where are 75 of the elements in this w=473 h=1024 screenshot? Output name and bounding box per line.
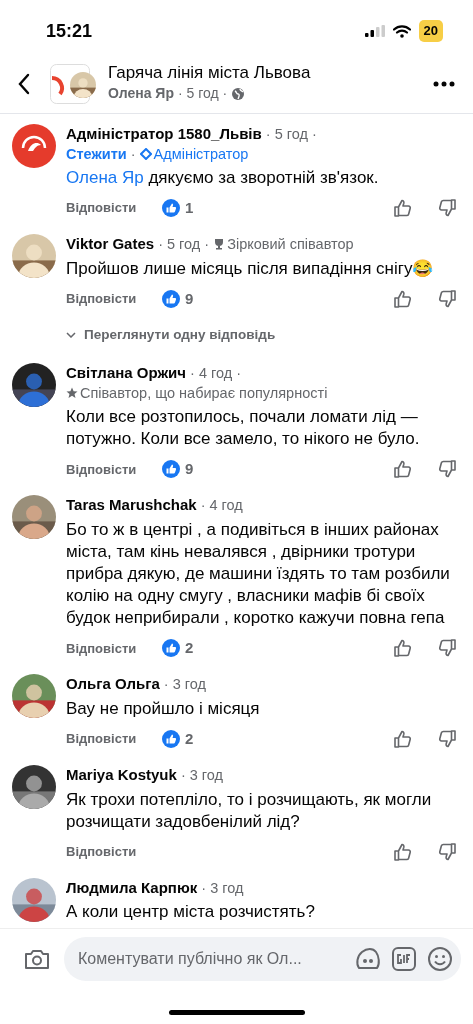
mention-link[interactable]: Олена Яр: [66, 168, 144, 188]
like-icon: [162, 460, 180, 479]
thumbs-down-icon: [437, 729, 457, 750]
gif-icon[interactable]: [391, 945, 417, 972]
commenter-name[interactable]: Taras Marushchak: [66, 496, 197, 514]
role-label: Співавтор, що набирає популярності: [80, 384, 328, 401]
comment-field[interactable]: Коментувати публічно як Ол...: [64, 936, 461, 981]
star-icon: [66, 386, 78, 399]
thumbs-up-icon: [393, 459, 413, 480]
clock-time: 15:21: [46, 19, 93, 43]
commenter-name[interactable]: Адміністратор 1580_Львів: [66, 125, 262, 142]
shield-icon: [139, 147, 152, 160]
commenter-name[interactable]: Mariya Kostyuk: [66, 766, 177, 784]
author-name[interactable]: Олена Яр: [108, 83, 174, 105]
comment-text: Як трохи потепліло, то і розчищають, як могли розчищати задовбенілий лід?: [66, 788, 433, 833]
globe-icon: [231, 86, 246, 101]
commenter-name[interactable]: Людмила Карпюк: [66, 878, 198, 896]
view-replies-link[interactable]: Переглянути одну відповідь: [66, 314, 276, 354]
reply-button[interactable]: Відповісти: [66, 729, 162, 749]
reply-button[interactable]: Відповісти: [66, 842, 162, 862]
reply-button[interactable]: Відповісти: [66, 638, 162, 659]
commenter-name[interactable]: Viktor Gates: [66, 235, 155, 253]
comment-time: · 4 год ·: [190, 365, 242, 382]
comment-time: · 5 год ·: [265, 126, 317, 142]
battery-level: 20: [418, 20, 443, 42]
wifi-icon: [392, 24, 411, 38]
commenter-name[interactable]: Ольга Ольга: [66, 675, 160, 693]
back-icon: [18, 72, 30, 95]
post-time: · 5 год ·: [177, 84, 228, 104]
commenter-name[interactable]: Світлана Оржич: [66, 364, 186, 382]
like-count: 9: [185, 459, 194, 480]
like-count: 1: [185, 197, 194, 218]
like-icon: [162, 639, 180, 658]
comment-time: · 5 год ·: [158, 236, 210, 253]
like-count: 9: [185, 288, 194, 309]
role-label: Зірковий співавтор: [227, 236, 354, 253]
thumbs-down-icon: [437, 288, 457, 309]
comment-text: Пройшов лише місяць після випадіння снігу😂: [66, 257, 435, 280]
reply-button[interactable]: Відповісти: [66, 289, 162, 309]
follow-link[interactable]: Стежити: [66, 145, 127, 162]
comment-time: · 3 год: [201, 879, 244, 896]
thumbs-down-icon: [437, 841, 457, 862]
role-label: Адміністратор: [153, 145, 249, 162]
comment-text: Вау не пройшло і місяця: [66, 698, 261, 721]
comment-time: · 3 год: [180, 767, 224, 784]
thumbs-up-icon: [393, 729, 413, 750]
like-count: 2: [185, 638, 194, 659]
more-icon: [433, 80, 455, 87]
comment-time: · 4 год: [200, 497, 243, 514]
trophy-icon: [213, 238, 226, 251]
page-title[interactable]: Гаряча лінія міста Львова: [108, 62, 419, 84]
like-icon: [162, 289, 180, 308]
chevron-down-icon: [66, 332, 76, 338]
like-icon: [162, 199, 180, 218]
thumbs-up-icon: [393, 198, 413, 219]
avatar-sticker-icon[interactable]: [355, 945, 381, 972]
comment-time: · 3 год: [163, 676, 206, 693]
comment-text: дякуємо за зворотній зв'язок.: [148, 168, 379, 188]
signal-icon: [364, 25, 385, 37]
thumbs-up-icon: [393, 841, 413, 862]
like-count: 2: [185, 728, 194, 749]
thumbs-down-icon: [437, 198, 457, 219]
thumbs-down-icon: [437, 459, 457, 480]
emoji-icon[interactable]: [427, 945, 453, 972]
thumbs-up-icon: [393, 638, 413, 659]
thumbs-down-icon: [437, 638, 457, 659]
like-icon: [162, 730, 180, 749]
reply-button[interactable]: Відповісти: [66, 459, 162, 480]
camera-icon: [24, 947, 50, 970]
thumbs-up-icon: [393, 288, 413, 309]
comment-text: Коли все розтопилось, почали ломати лід — потужно. Коли все замело, то нікого не було.: [66, 406, 421, 451]
separator-dot: ·: [130, 145, 136, 162]
comment-text: А коли центр міста розчистять?: [66, 901, 316, 924]
comment-text: Бо то ж в центрі , а подивіться в інших районах міста, там кінь невалявся , двірники тротури прибра дякую, де машини їздять то там розбили колію на одну смугу , власники мафів бі своїх будок неприбирали , коротко кажучи повна гепа: [66, 519, 451, 630]
reply-button[interactable]: Відповісти: [66, 198, 162, 218]
